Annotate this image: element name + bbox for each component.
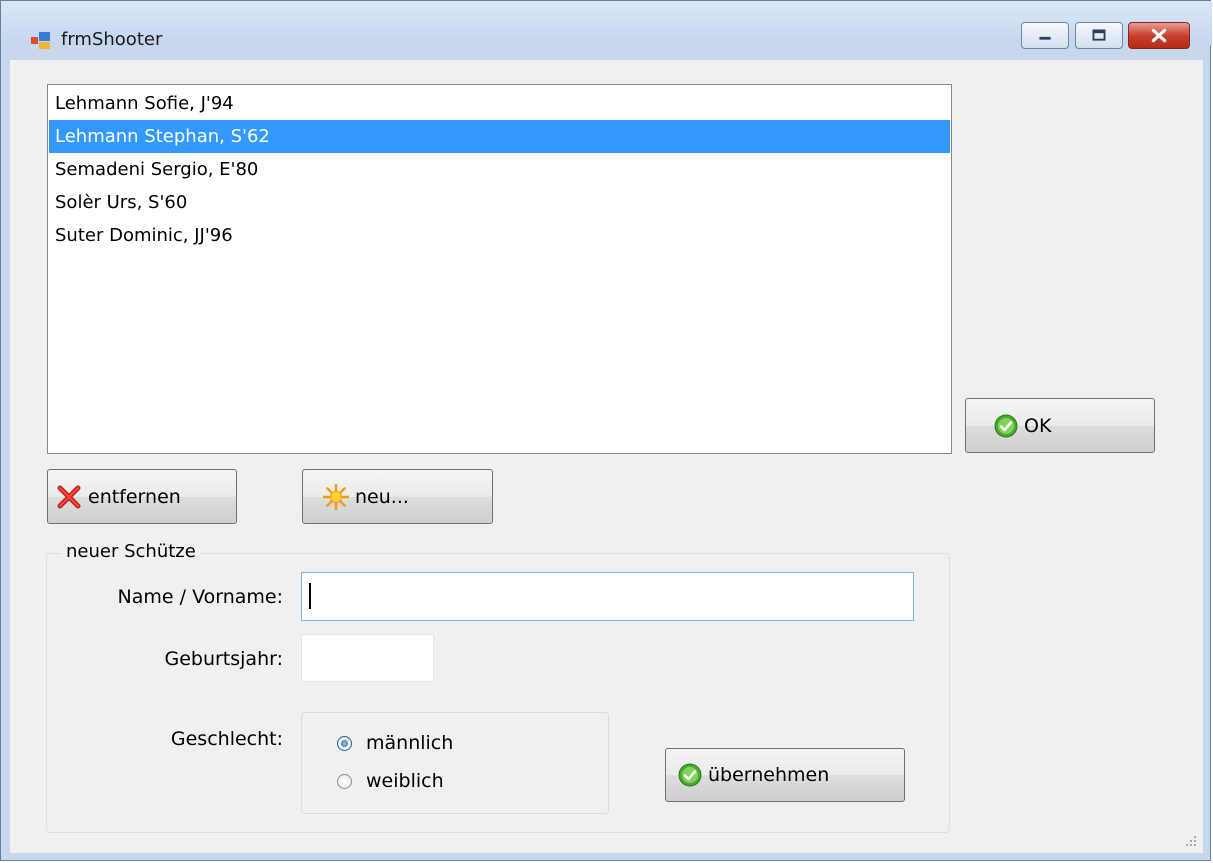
list-item[interactable]: Lehmann Sofie, J'94: [49, 87, 950, 120]
name-label: Name / Vorname:: [117, 586, 283, 608]
maximize-button[interactable]: [1075, 22, 1123, 49]
radio-button-checked[interactable]: [337, 735, 352, 751]
gender-option-male[interactable]: männlich: [337, 732, 453, 754]
ok-button-label: OK: [1024, 414, 1052, 437]
window-frame: frmShooter Lehmann Sofie, J'94 Lehmann S…: [0, 0, 1212, 861]
remove-button-label: entfernen: [88, 485, 181, 508]
resize-grip-icon[interactable]: [1185, 835, 1197, 847]
gender-radio-group: männlich weiblich: [301, 712, 609, 814]
gender-label: Geschlecht:: [170, 728, 283, 750]
title-bar[interactable]: frmShooter: [1, 1, 1212, 50]
remove-button[interactable]: entfernen: [47, 469, 237, 524]
apply-button-label: übernehmen: [708, 764, 830, 786]
radio-button[interactable]: [337, 773, 352, 789]
list-item-selected[interactable]: Lehmann Stephan, S'62: [49, 120, 950, 153]
new-button[interactable]: neu...: [302, 469, 493, 524]
red-x-icon: [57, 485, 81, 508]
check-circle-icon: [678, 763, 702, 787]
list-item[interactable]: Solèr Urs, S'60: [49, 186, 950, 219]
starburst-icon: [323, 483, 349, 510]
close-button[interactable]: [1128, 22, 1190, 49]
birth-year-label: Geburtsjahr:: [164, 648, 283, 670]
list-item[interactable]: Suter Dominic, JJ'96: [49, 219, 950, 252]
gender-option-female-label: weiblich: [366, 770, 444, 792]
dialog-client-area: Lehmann Sofie, J'94 Lehmann Stephan, S'6…: [10, 60, 1203, 853]
gender-option-female[interactable]: weiblich: [337, 770, 444, 792]
minimize-icon: [1039, 36, 1051, 40]
app-icon: [31, 32, 50, 49]
birth-year-input[interactable]: [301, 634, 434, 682]
check-circle-icon: [994, 414, 1018, 437]
apply-button[interactable]: übernehmen: [665, 748, 905, 802]
new-button-label: neu...: [355, 485, 409, 508]
maximize-icon: [1092, 29, 1106, 41]
list-item[interactable]: Semadeni Sergio, E'80: [49, 153, 950, 186]
text-caret: [309, 583, 311, 609]
gender-option-male-label: männlich: [366, 732, 454, 754]
name-input[interactable]: [301, 572, 914, 621]
close-icon: [1151, 28, 1167, 43]
window-title: frmShooter: [61, 29, 163, 50]
ok-button[interactable]: OK: [965, 398, 1155, 453]
shooter-listbox[interactable]: Lehmann Sofie, J'94 Lehmann Stephan, S'6…: [47, 84, 952, 454]
minimize-button[interactable]: [1021, 22, 1069, 49]
new-shooter-group-title: neuer Schütze: [61, 541, 201, 562]
